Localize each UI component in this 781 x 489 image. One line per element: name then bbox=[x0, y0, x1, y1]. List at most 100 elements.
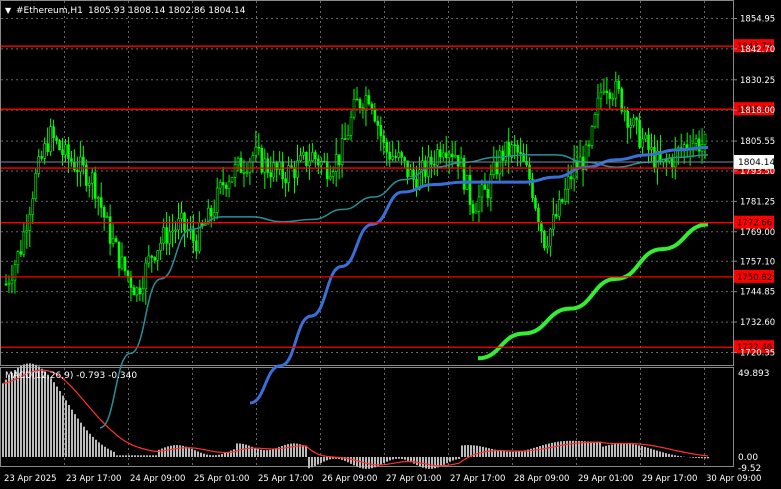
candle-body bbox=[566, 176, 570, 190]
candle-body bbox=[251, 155, 255, 163]
candle-body bbox=[367, 95, 371, 105]
price-tick-label: 1854.95 bbox=[740, 14, 775, 24]
candle-body bbox=[13, 264, 17, 281]
candle-body bbox=[638, 119, 641, 148]
price-tick-label: 1781.25 bbox=[740, 197, 775, 207]
candle-body bbox=[334, 154, 338, 172]
macd-axis-top: 49.893 bbox=[738, 369, 770, 379]
candle-body bbox=[82, 156, 85, 166]
candle-body bbox=[221, 182, 225, 186]
candle-body bbox=[346, 134, 350, 140]
candle-body bbox=[343, 138, 347, 140]
candle-body bbox=[632, 117, 635, 126]
price-tick-label: 1769.00 bbox=[740, 228, 775, 238]
candle-body bbox=[614, 80, 618, 99]
candle-body bbox=[311, 152, 314, 161]
candle-body bbox=[590, 126, 594, 146]
time-label: 26 Apr 09:00 bbox=[322, 474, 377, 484]
candle-body bbox=[400, 152, 403, 158]
candle-body bbox=[563, 188, 567, 202]
candle-body bbox=[138, 287, 142, 295]
symbol-label: #Ethereum,H1 bbox=[16, 6, 83, 16]
candle-body bbox=[245, 171, 249, 174]
time-label: 25 Apr 17:00 bbox=[258, 474, 313, 484]
candle-body bbox=[55, 137, 58, 141]
candle-body bbox=[96, 197, 100, 199]
price-tick-label: 1830.25 bbox=[740, 76, 775, 86]
candle-body bbox=[379, 125, 383, 137]
candle-body bbox=[331, 171, 335, 177]
candle-body bbox=[209, 207, 213, 217]
candle-body bbox=[218, 182, 222, 189]
candle-body bbox=[117, 241, 121, 269]
candle-body bbox=[90, 172, 94, 184]
candle-body bbox=[99, 197, 103, 208]
candle-body bbox=[382, 135, 386, 143]
candle-body bbox=[468, 174, 472, 205]
candle-body bbox=[650, 146, 653, 150]
candle-body bbox=[358, 99, 362, 109]
price-tick-label: 1818.00 bbox=[740, 106, 775, 116]
candle-body bbox=[673, 149, 677, 168]
candle-body bbox=[108, 216, 112, 244]
macd-axis-bottom: -9.52 bbox=[738, 464, 761, 474]
time-label: 25 Apr 01:00 bbox=[194, 474, 249, 484]
candle-body bbox=[605, 90, 609, 94]
candle-body bbox=[391, 156, 394, 160]
candle-body bbox=[388, 151, 392, 160]
candle-body bbox=[546, 245, 549, 249]
candle-body bbox=[501, 150, 505, 161]
candle-body bbox=[552, 214, 555, 230]
candle-body bbox=[224, 184, 228, 189]
price-tick-label: 1744.85 bbox=[740, 288, 775, 298]
candle-body bbox=[76, 169, 79, 173]
candle-body bbox=[242, 171, 246, 174]
chart-menu-arrow-icon[interactable]: ▼ bbox=[5, 6, 12, 15]
candle-body bbox=[120, 256, 124, 269]
time-axis: 23 Apr 2025 23 Apr 17:00 24 Apr 09:00 25 Ap… bbox=[4, 474, 761, 484]
candle-body bbox=[587, 144, 591, 147]
candle-body bbox=[557, 199, 561, 217]
candle-body bbox=[385, 141, 389, 153]
candle-body bbox=[183, 212, 186, 231]
candle-body bbox=[504, 141, 508, 161]
candle-body bbox=[212, 212, 216, 217]
candle-body bbox=[644, 134, 647, 140]
time-label: 23 Apr 17:00 bbox=[66, 474, 121, 484]
candle-body bbox=[290, 165, 293, 168]
candle-body bbox=[254, 146, 258, 156]
candle-body bbox=[135, 287, 139, 296]
price-chart[interactable]: 1843.791818.391794.681772.661750.821722.… bbox=[0, 0, 781, 489]
candle-body bbox=[46, 143, 49, 152]
candle-body bbox=[438, 149, 442, 158]
candle-body bbox=[248, 161, 252, 173]
candle-body bbox=[403, 157, 406, 162]
candle-body bbox=[40, 156, 43, 159]
macd-label: MACD(12,26,9) -0.793 -0.340 bbox=[5, 371, 137, 381]
candle-body bbox=[507, 141, 511, 158]
candle-body bbox=[593, 114, 597, 128]
price-tick-label: 1757.10 bbox=[740, 257, 775, 267]
candle-body bbox=[132, 287, 136, 296]
candle-body bbox=[569, 176, 573, 180]
candle-body bbox=[671, 158, 674, 168]
candle-body bbox=[620, 88, 624, 112]
candle-body bbox=[513, 144, 516, 147]
price-tick-label: 1732.60 bbox=[740, 318, 775, 328]
candle-body bbox=[626, 110, 629, 128]
candle-body bbox=[668, 158, 671, 162]
candle-body bbox=[296, 160, 299, 178]
time-label: 24 Apr 09:00 bbox=[130, 474, 185, 484]
candle-body bbox=[272, 162, 276, 178]
candle-body bbox=[177, 218, 180, 231]
candle-body bbox=[10, 279, 14, 284]
candle-body bbox=[608, 92, 612, 99]
candle-body bbox=[560, 199, 564, 202]
candle-body bbox=[159, 242, 162, 251]
candle-body bbox=[370, 103, 374, 109]
candle-body bbox=[171, 230, 174, 233]
candle-body bbox=[31, 198, 35, 215]
price-tick-label: 1793.50 bbox=[740, 167, 775, 177]
time-label: 27 Apr 01:00 bbox=[386, 474, 441, 484]
candle-body bbox=[49, 126, 52, 152]
